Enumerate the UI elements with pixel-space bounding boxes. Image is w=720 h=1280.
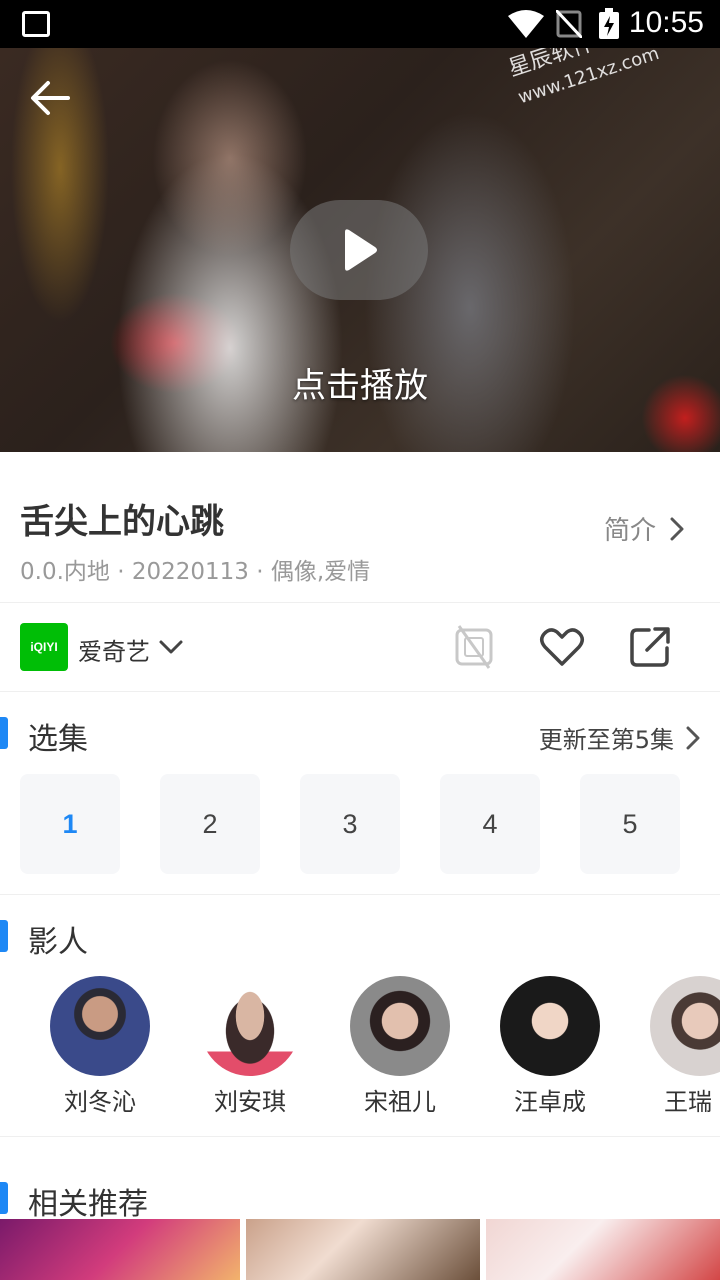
divider	[0, 602, 720, 603]
clock: 10:55	[628, 6, 704, 39]
recommend-thumbnail[interactable]	[0, 1219, 240, 1280]
avatar	[500, 976, 600, 1076]
update-status-button[interactable]: 更新至第5集	[539, 720, 700, 755]
heart-icon[interactable]	[539, 624, 585, 670]
play-icon	[345, 229, 377, 271]
watermark: 星辰软件站 www.121xz.com	[505, 48, 662, 109]
recommend-thumbnail[interactable]	[486, 1219, 720, 1280]
chevron-down-icon[interactable]	[158, 634, 184, 660]
episode-button[interactable]: 1	[20, 774, 120, 874]
chevron-right-icon	[686, 726, 700, 749]
avatar	[350, 976, 450, 1076]
episode-button[interactable]: 2	[160, 774, 260, 874]
divider	[0, 894, 720, 895]
cast-member[interactable]: 王瑞	[640, 976, 720, 1117]
show-meta: 0.0.内地 · 20220113 · 偶像,爱情	[20, 559, 371, 585]
cast-member[interactable]: 刘冬沁	[40, 976, 160, 1117]
source-name[interactable]: 爱奇艺	[78, 632, 150, 667]
cast-name: 王瑞	[664, 1088, 712, 1116]
cast-member[interactable]: 刘安琪	[190, 976, 310, 1117]
divider	[0, 1136, 720, 1137]
section-marker	[0, 717, 8, 749]
intro-button[interactable]: 简介	[604, 510, 684, 547]
recommend-thumbnail[interactable]	[246, 1219, 480, 1280]
cast-disabled-icon[interactable]	[451, 624, 497, 670]
recommend-title: 相关推荐	[28, 1187, 148, 1222]
cast-name: 刘安琪	[214, 1088, 286, 1116]
video-player[interactable]: 星辰软件站 www.121xz.com 点击播放	[0, 48, 720, 452]
no-signal-icon	[556, 10, 582, 38]
play-label[interactable]: 点击播放	[0, 358, 720, 407]
cast-member[interactable]: 宋祖儿	[340, 976, 460, 1117]
show-title: 舌尖上的心跳	[20, 502, 224, 542]
status-bar: 10:55	[0, 0, 720, 48]
cast-member[interactable]: 汪卓成	[490, 976, 610, 1117]
back-arrow-icon[interactable]	[26, 78, 74, 118]
section-marker	[0, 1182, 8, 1214]
chevron-right-icon	[670, 517, 684, 540]
section-marker	[0, 920, 8, 952]
play-button[interactable]	[290, 200, 428, 300]
episode-button[interactable]: 4	[440, 774, 540, 874]
avatar	[200, 976, 300, 1076]
gallery-notification-icon	[22, 11, 50, 37]
battery-charging-icon	[599, 8, 619, 39]
cast-name: 宋祖儿	[364, 1088, 436, 1116]
cast-name: 刘冬沁	[64, 1088, 136, 1116]
avatar	[50, 976, 150, 1076]
divider	[0, 691, 720, 692]
wifi-icon	[508, 10, 544, 38]
episode-button[interactable]: 5	[580, 774, 680, 874]
cast-title: 影人	[28, 925, 88, 960]
cast-name: 汪卓成	[514, 1088, 586, 1116]
episode-button[interactable]: 3	[300, 774, 400, 874]
intro-label: 简介	[603, 516, 656, 546]
share-icon[interactable]	[627, 624, 673, 670]
update-label: 更新至第5集	[538, 726, 674, 754]
episodes-title: 选集	[28, 722, 88, 757]
iqiyi-logo[interactable]: iQIYI	[20, 623, 68, 671]
avatar	[650, 976, 720, 1076]
